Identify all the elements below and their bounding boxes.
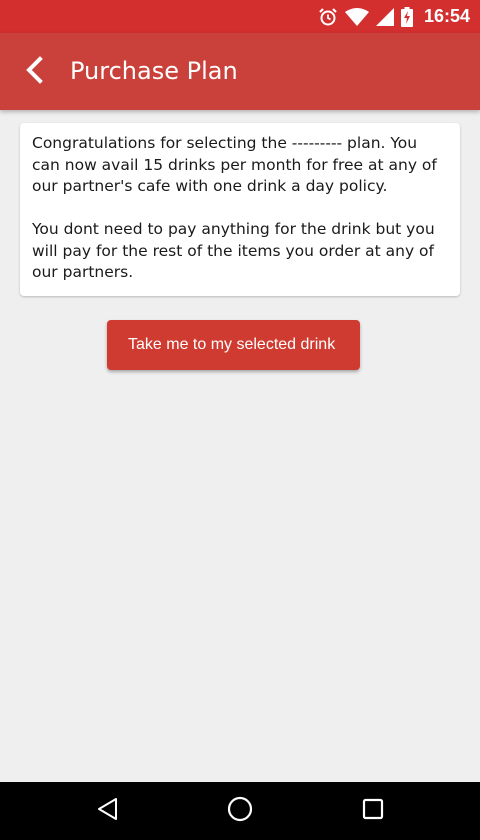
app-bar: Purchase Plan — [0, 33, 480, 110]
page-title: Purchase Plan — [70, 57, 238, 85]
plan-info-card: Congratulations for selecting the ------… — [20, 123, 460, 296]
status-icons: 16:54 — [311, 0, 470, 33]
home-circle-icon — [227, 796, 253, 826]
main-content: Congratulations for selecting the ------… — [0, 110, 480, 782]
back-button[interactable] — [14, 52, 54, 92]
back-triangle-icon — [96, 797, 120, 825]
selected-drink-button[interactable]: Take me to my selected drink — [107, 320, 360, 370]
status-bar: 16:54 — [0, 0, 480, 33]
plan-payment-text: You dont need to pay anything for the dr… — [32, 220, 435, 281]
nav-back-button[interactable] — [78, 782, 138, 840]
nav-home-button[interactable] — [210, 782, 270, 840]
wifi-icon — [338, 7, 369, 26]
status-time: 16:54 — [423, 6, 470, 26]
recents-square-icon — [362, 798, 384, 824]
chevron-left-icon — [23, 56, 45, 88]
navigation-bar — [0, 782, 480, 840]
signal-icon — [369, 7, 394, 26]
plan-congrats-text: Congratulations for selecting the ------… — [32, 134, 437, 195]
nav-recents-button[interactable] — [343, 782, 403, 840]
alarm-icon — [311, 7, 338, 27]
battery-charging-icon — [394, 6, 413, 27]
